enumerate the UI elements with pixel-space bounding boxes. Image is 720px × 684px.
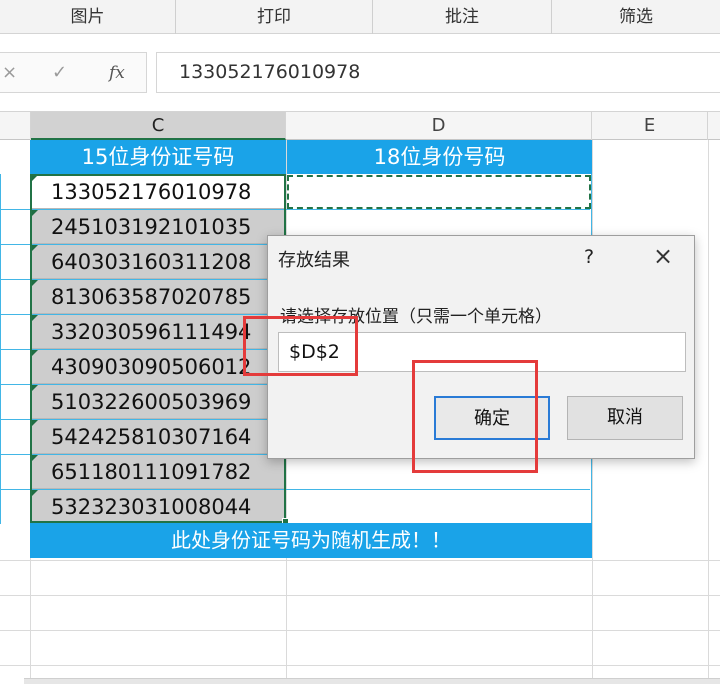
ribbon-group-strip: 图片 打印 批注 筛选 [0,0,720,34]
column-header-b[interactable] [0,112,31,140]
cancel-button[interactable]: 取消 [567,396,683,440]
column-header-d[interactable]: D [286,112,592,140]
grid-line [0,630,720,631]
column-header-row: C D E [0,111,720,140]
target-cell-marquee[interactable] [287,175,591,209]
column-header-e[interactable]: E [592,112,708,140]
ribbon-tab-filter[interactable]: 筛选 [552,0,720,34]
annotation-highlight-ok [412,360,538,473]
grid-line [0,560,720,561]
ribbon-tab-comment[interactable]: 批注 [373,0,551,34]
grid-line [0,665,720,666]
ribbon-tab-print[interactable]: 打印 [176,0,372,34]
annotation-highlight-input [243,316,358,376]
header-18-digit-id[interactable]: 18位身份号码 [287,140,592,174]
column-header-c[interactable]: C [31,112,286,140]
footer-note-cell[interactable]: 此处身份证号码为随机生成！！ [30,523,592,558]
table-border [0,174,1,524]
check-icon[interactable]: ✓ [52,58,67,88]
cancel-icon[interactable]: × [2,58,17,88]
help-icon[interactable]: ? [580,246,598,268]
grid-line [708,140,709,684]
function-icon[interactable]: fx [109,58,125,88]
grid-line [0,595,720,596]
header-15-digit-id[interactable]: 15位身份证号码 [30,140,286,174]
ribbon-tab-picture[interactable]: 图片 [0,0,175,34]
formula-input[interactable]: 133052176010978 [156,52,720,93]
close-icon[interactable]: × [648,241,678,271]
dialog-title: 存放结果 [278,250,350,271]
horizontal-scrollbar[interactable] [24,678,720,684]
